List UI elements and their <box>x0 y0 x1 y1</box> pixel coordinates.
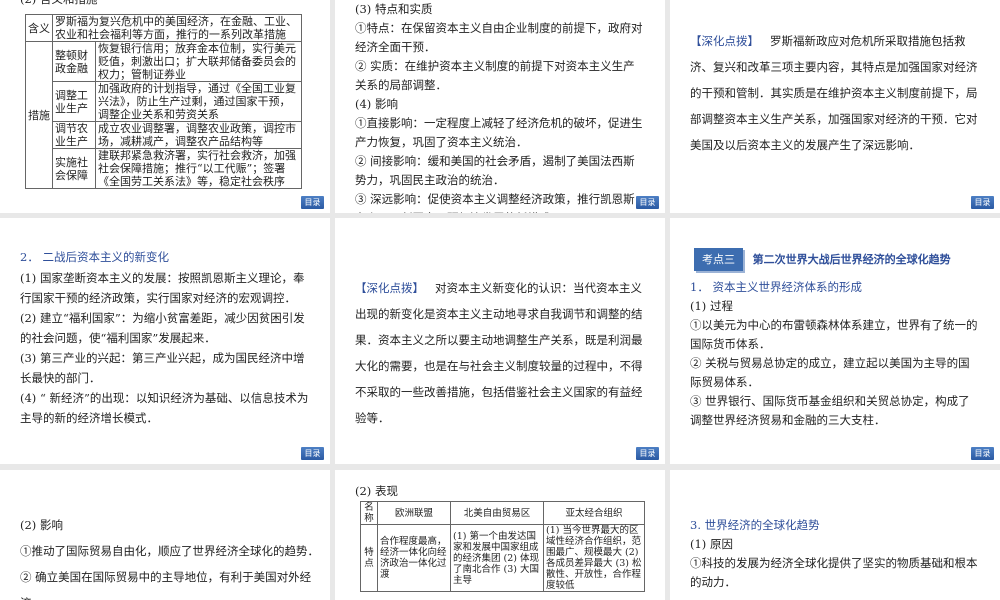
slide-thumbnail-8[interactable]: (2) 表现 名称 欧洲联盟 北美自由贸易区 亚太经合组织 特点 合作程度最高，… <box>335 470 665 600</box>
slide-thumbnail-6[interactable]: 考点三 第二次世界大战后世界经济的全球化趋势 1． 资本主义世界经济体系的形成 … <box>670 218 1000 464</box>
text-line: (3) 第三产业的兴起：第三产业兴起，成为国民经济中增长最快的部门． <box>20 351 305 385</box>
section-title: 第二次世界大战后世界经济的全球化趋势 <box>752 253 951 266</box>
table-header: 名称 <box>360 501 378 525</box>
text-line: ①以美元为中心的布雷顿森林体系建立，世界有了统一的国际货币体系． <box>690 318 978 351</box>
meaning-text: 罗斯福为复兴危机中的美国经济，在金融、工业、农业和社会福利等方面，推行的一系列改… <box>52 14 302 42</box>
toc-button[interactable]: 目录 <box>971 196 994 209</box>
slide-thumbnail-5[interactable]: 【深化点拨】 对资本主义新变化的认识：当代资本主义出现的新变化是资本主义主动地寻… <box>335 218 665 464</box>
text-line: ② 确立美国在国际贸易中的主导地位，有利于美国对外经济 <box>20 570 312 600</box>
insight-text: 对资本主义新变化的认识：当代资本主义出现的新变化是资本主义主动地寻求自我调节和调… <box>355 281 643 425</box>
toc-button[interactable]: 目录 <box>636 196 659 209</box>
insight-tag: 【深化点拨】 <box>690 34 759 48</box>
new-deal-table: 含义 罗斯福为复兴危机中的美国经济，在金融、工业、农业和社会福利等方面，推行的一… <box>25 14 302 189</box>
toc-button[interactable]: 目录 <box>301 447 324 460</box>
toc-button[interactable]: 目录 <box>301 196 324 209</box>
section-heading: 1． 资本主义世界经济体系的形成 <box>690 280 862 294</box>
text-line: ①科技的发展为经济全球化提供了坚实的物质基础和根本的动力． <box>690 556 978 589</box>
measure-text: 加强政府的计划指导，通过《全国工业复兴法》，防止生产过剩，通过国家干预，调整企业… <box>95 81 302 122</box>
measure-text: 恢复银行信用；放弃金本位制，实行美元贬值，刺激出口；扩大联邦储备委员会的权力；管… <box>95 41 302 82</box>
exam-point-badge: 考点三 <box>694 248 743 271</box>
text-line: ③ 世界银行、国际货币基金组织和关贸总协定，构成了调整世界经济贸易和金融的三大支… <box>690 394 970 427</box>
measure-name: 实施社会保障 <box>52 148 96 189</box>
measure-text: 建联邦紧急救济署，实行社会救济，加强社会保障措施；推行“以工代赈”；签署《全国劳… <box>95 148 302 189</box>
slide-heading: (2) 含义和措施 <box>20 0 97 9</box>
slide-thumbnail-7[interactable]: (2) 影响 ①推动了国际贸易自由化，顺应了世界经济全球化的趋势． ② 确立美国… <box>0 470 330 600</box>
slide-heading: (2) 表现 <box>355 484 398 498</box>
text-line: ③ 深远影响：促使资本主义调整经济政策，推行凯恩斯主义，开创国家干预经济发展的新… <box>355 192 635 213</box>
table-cell: (1) 第一个由发达国家和发展中国家组成的经济集团 (2) 体现了南北合作 (3… <box>450 524 544 592</box>
table-cell: 合作程度最高，经济一体化向经济政治一体化过渡 <box>377 524 451 592</box>
text-line: (3) 特点和实质 <box>355 2 433 16</box>
insight-text: 罗斯福新政应对危机所采取措施包括救济、复兴和改革三项主要内容，其特点是加强国家对… <box>690 34 978 152</box>
table-header: 北美自由贸易区 <box>450 501 544 525</box>
section-heading: 3. 世界经济的全球化趋势 <box>690 518 820 532</box>
text-line: (1) 国家垄断资本主义的发展：按照凯恩斯主义理论，奉行国家干预的经济政策，实行… <box>20 271 305 305</box>
text-line: (2) 建立“福利国家”：为缩小贫富差距，减少因贫困引发的社会问题，使“福利国家… <box>20 311 305 345</box>
text-line: ② 关税与贸易总协定的成立，建立起以美国为主导的国际贸易体系． <box>690 356 970 389</box>
measure-name: 调节农业生产 <box>52 121 96 149</box>
text-line: (4) 影响 <box>355 97 398 111</box>
meaning-label: 含义 <box>25 14 53 42</box>
measure-text: 成立农业调整署，调整农业政策，调控市场，减耕减产，调整农产品结构等 <box>95 121 302 149</box>
text-line: (1) 过程 <box>690 299 733 313</box>
text-line: ② 间接影响：缓和美国的社会矛盾，遏制了美国法西斯势力，巩固民主政治的统治． <box>355 154 635 187</box>
slide-thumbnail-9[interactable]: 3. 世界经济的全球化趋势 (1) 原因 ①科技的发展为经济全球化提供了坚实的物… <box>670 470 1000 600</box>
slide-thumbnail-4[interactable]: 2． 二战后资本主义的新变化 (1) 国家垄断资本主义的发展：按照凯恩斯主义理论… <box>0 218 330 464</box>
measures-label: 措施 <box>25 41 53 189</box>
slide-thumbnail-1[interactable]: (2) 含义和措施 含义 罗斯福为复兴危机中的美国经济，在金融、工业、农业和社会… <box>0 0 330 213</box>
slide-thumbnail-3[interactable]: 【深化点拨】 罗斯福新政应对危机所采取措施包括救济、复兴和改革三项主要内容，其特… <box>670 0 1000 213</box>
toc-button[interactable]: 目录 <box>636 447 659 460</box>
table-cell: (1) 当今世界最大的区域性经济合作组织，范围最广、规模最大 (2) 各成员差异… <box>543 524 645 592</box>
slide-thumbnail-2[interactable]: (3) 特点和实质 ①特点：在保留资本主义自由企业制度的前提下，政府对经济全面干… <box>335 0 665 213</box>
text-line: (2) 影响 <box>20 518 63 532</box>
measure-name: 调整工业生产 <box>52 81 96 122</box>
text-line: (1) 原因 <box>690 537 733 551</box>
text-line: ①推动了国际贸易自由化，顺应了世界经济全球化的趋势． <box>20 544 319 558</box>
table-header: 欧洲联盟 <box>377 501 451 525</box>
row-label: 特点 <box>360 524 378 592</box>
text-line: ② 实质：在维护资本主义制度的前提下对资本主义生产关系的局部调整． <box>355 59 635 92</box>
text-line: ①特点：在保留资本主义自由企业制度的前提下，政府对经济全面干预． <box>355 21 643 54</box>
table-header: 亚太经合组织 <box>543 501 645 525</box>
text-line: ①直接影响：一定程度上减轻了经济危机的破坏，促进生产力恢复，巩固了资本主义统治． <box>355 116 643 149</box>
section-heading: 2． 二战后资本主义的新变化 <box>20 250 169 264</box>
toc-button[interactable]: 目录 <box>971 447 994 460</box>
insight-tag: 【深化点拨】 <box>355 281 424 295</box>
regional-organizations-table: 名称 欧洲联盟 北美自由贸易区 亚太经合组织 特点 合作程度最高，经济一体化向经… <box>360 501 645 592</box>
measure-name: 整顿财政金融 <box>52 41 96 82</box>
text-line: (4) “ 新经济”的出现：以知识经济为基础、以信息技术为主导的新的经济增长模式… <box>20 391 309 425</box>
